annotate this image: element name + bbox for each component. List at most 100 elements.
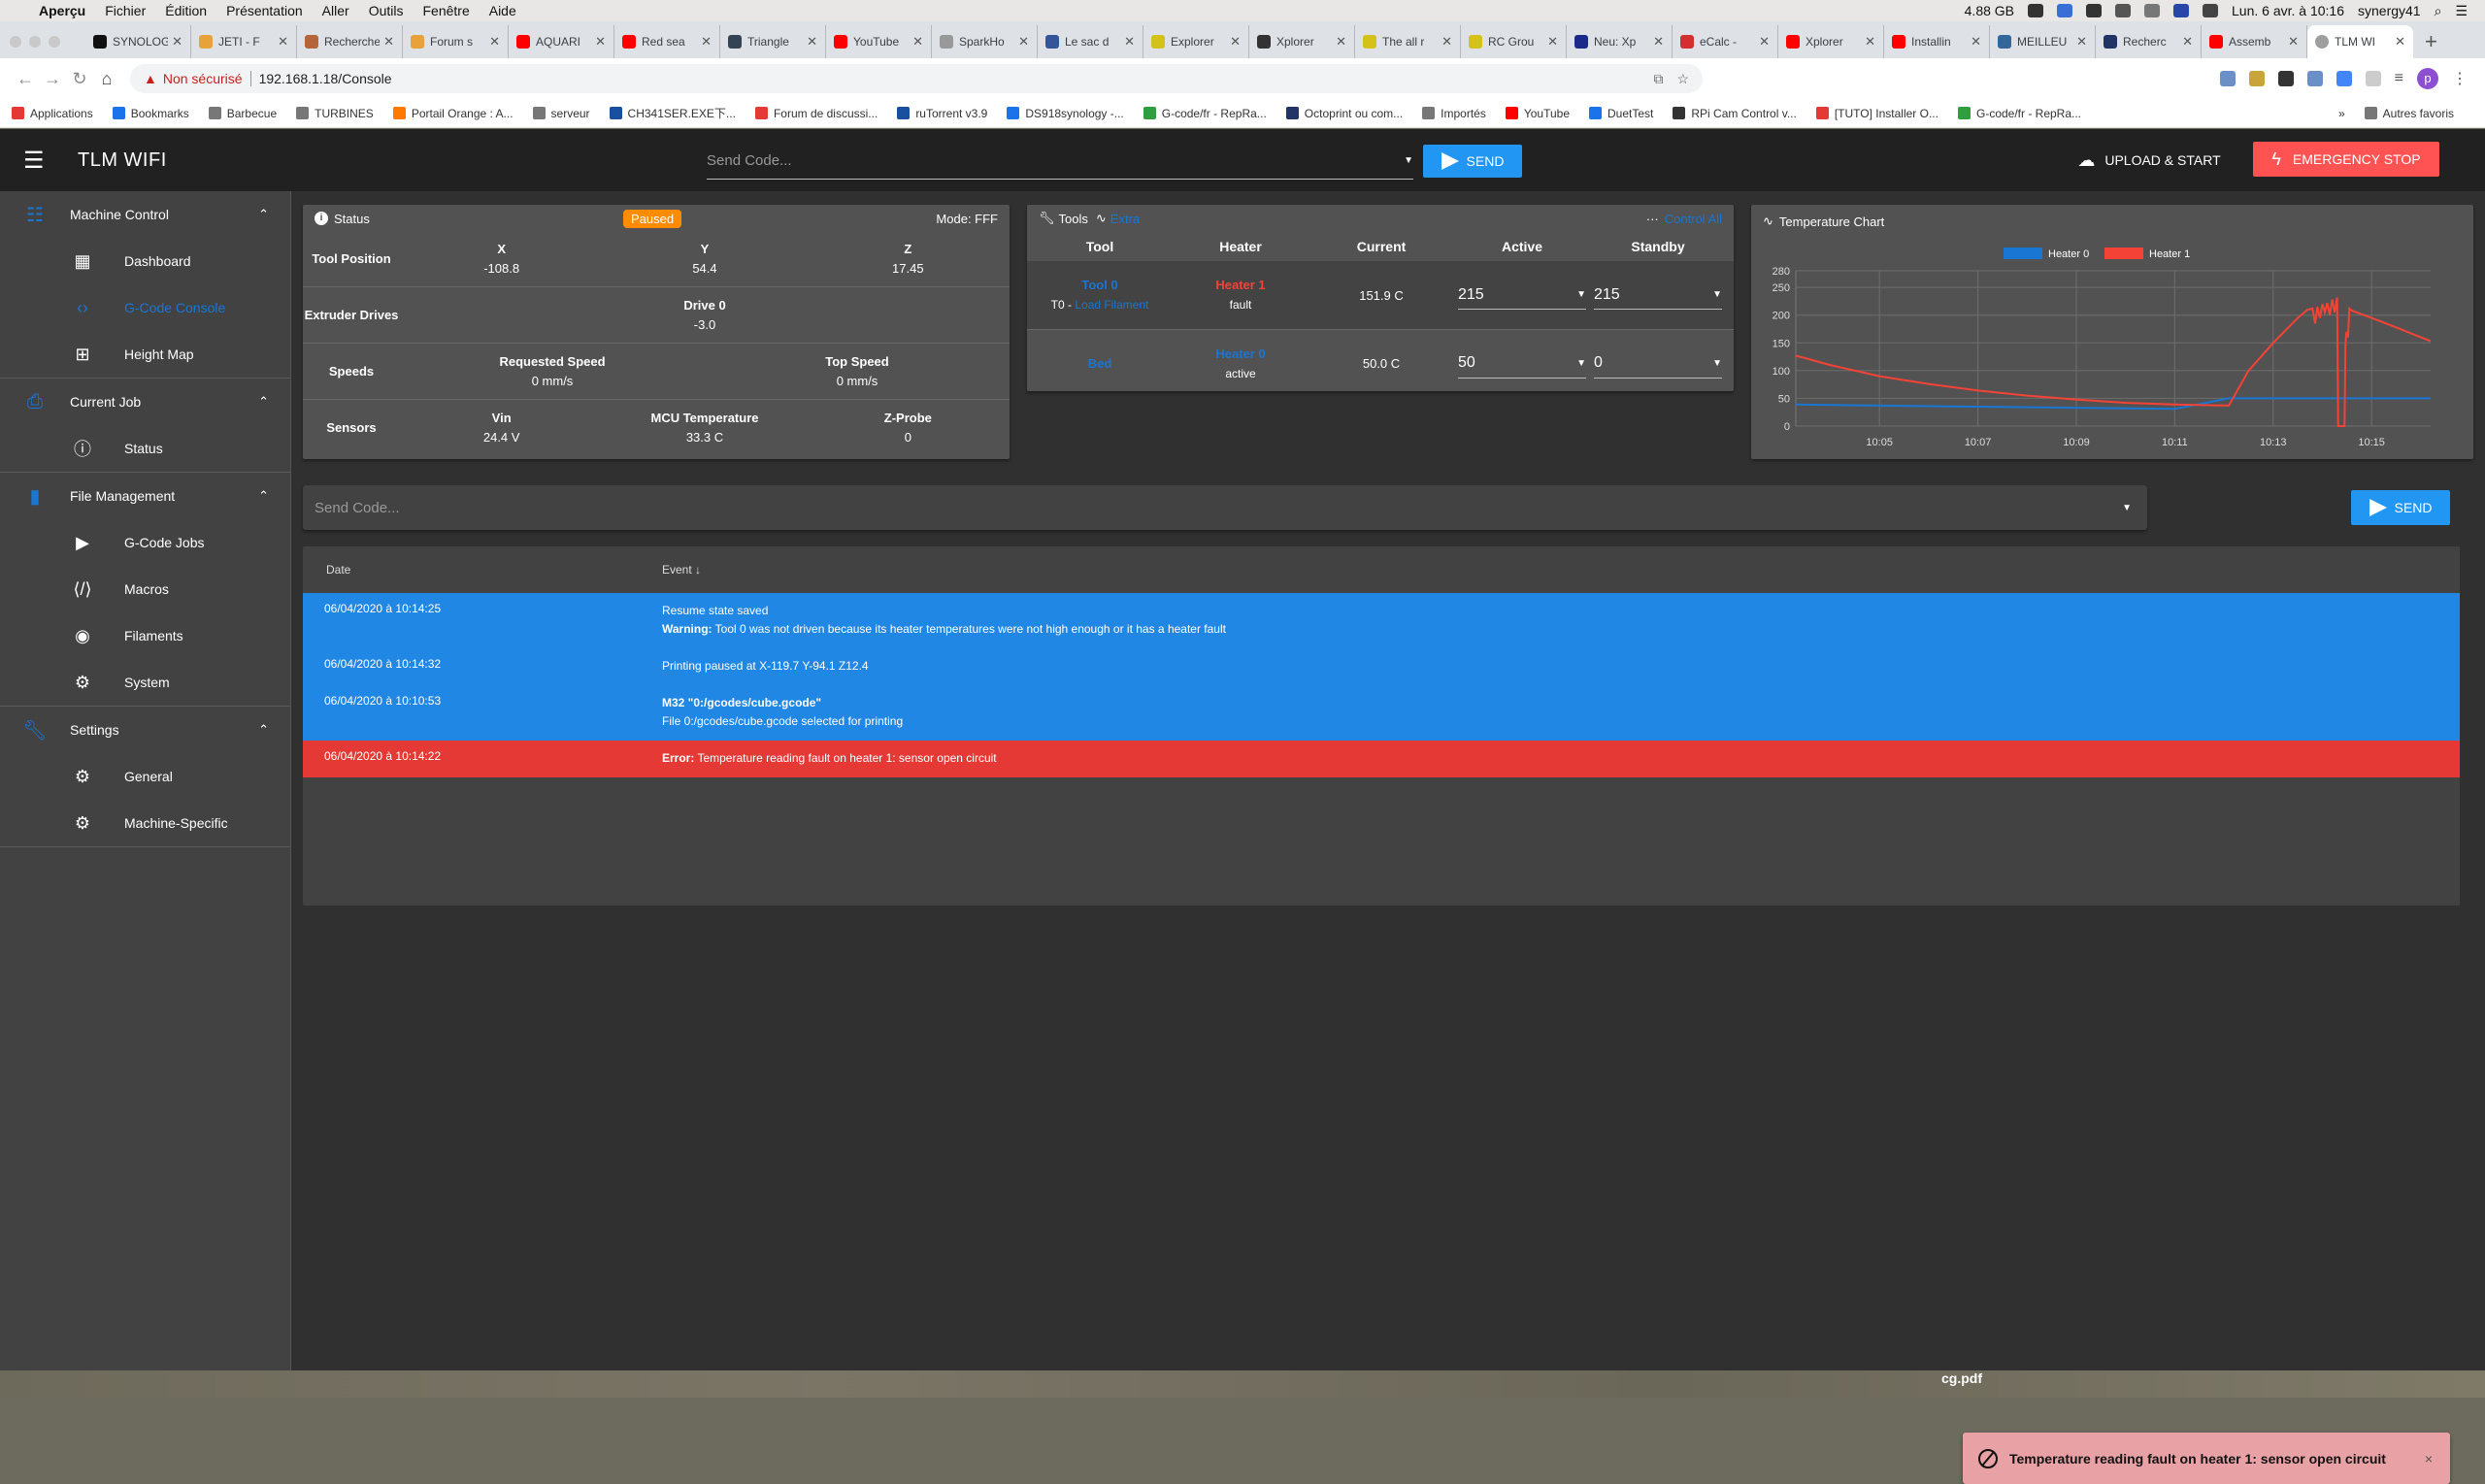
standby-temp-select[interactable]: 0 ▼ (1594, 349, 1722, 379)
bookmark-item[interactable]: Portail Orange : A... (392, 105, 514, 121)
browser-tab[interactable]: Red sea ✕ (614, 25, 720, 58)
browser-tab[interactable]: Recherc ✕ (2096, 25, 2202, 58)
bookmark-item[interactable]: G-code/fr - RepRa... (1143, 105, 1267, 121)
new-tab-button[interactable]: + (2425, 25, 2437, 58)
close-tab-icon[interactable]: ✕ (1018, 34, 1029, 49)
media-icon[interactable]: ≡ (2395, 70, 2403, 87)
menu-app[interactable]: Aperçu (39, 3, 85, 18)
sidebar-item[interactable]: ⓘ Status (0, 425, 290, 472)
bookmark-item[interactable]: YouTube (1505, 105, 1570, 121)
sidebar-item[interactable]: ⚙ General (0, 753, 290, 800)
tool-name[interactable]: Tool 0 (1027, 276, 1173, 295)
extension-icon[interactable] (2219, 71, 2236, 86)
browser-tab[interactable]: Forum s ✕ (403, 25, 509, 58)
close-tab-icon[interactable]: ✕ (1653, 34, 1664, 49)
sidebar-group-header[interactable]: ▮ File Management ⌃ (0, 473, 290, 519)
more-bookmarks-button[interactable]: » (2338, 107, 2345, 120)
sidebar-group-header[interactable]: ☷ Machine Control ⌃ (0, 191, 290, 238)
browser-tab[interactable]: Neu: Xp ✕ (1567, 25, 1673, 58)
extension-icon[interactable] (2248, 71, 2265, 86)
status-icon[interactable] (2086, 4, 2103, 17)
browser-tab[interactable]: AQUARI ✕ (509, 25, 614, 58)
chevron-up-icon[interactable]: ⌃ (258, 488, 269, 504)
close-tab-icon[interactable]: ✕ (1971, 34, 1981, 49)
extension-icon[interactable] (2336, 71, 2352, 86)
col-event[interactable]: Event ↓ (662, 563, 701, 577)
close-tab-icon[interactable]: ✕ (912, 34, 923, 49)
flag-icon[interactable] (2173, 4, 2190, 17)
console-code-input[interactable]: Send Code... ▼ (303, 485, 2147, 530)
notification-icon[interactable]: ☰ (2455, 3, 2468, 19)
browser-tab[interactable]: eCalc - ✕ (1673, 25, 1778, 58)
close-tab-icon[interactable]: ✕ (2076, 34, 2087, 49)
reload-icon[interactable]: ↻ (66, 69, 93, 89)
bookmark-item[interactable]: [TUTO] Installer O... (1815, 105, 1938, 121)
close-icon[interactable]: × (2425, 1451, 2433, 1467)
close-tab-icon[interactable]: ✕ (595, 34, 606, 49)
browser-tab[interactable]: Explorer ✕ (1143, 25, 1249, 58)
bookmark-item[interactable]: ruTorrent v3.9 (897, 105, 987, 121)
browser-tab[interactable]: SparkHo ✕ (932, 25, 1038, 58)
sidebar-item[interactable]: ▦ Dashboard (0, 238, 290, 284)
bookmark-item[interactable]: Applications (12, 105, 93, 121)
emergency-stop-button[interactable]: ϟ EMERGENCY STOP (2253, 142, 2439, 177)
omnibox[interactable]: ▲ Non sécurisé 192.168.1.18/Console ⧉ ☆ (130, 64, 1703, 93)
close-tab-icon[interactable]: ✕ (1124, 34, 1135, 49)
browser-tab[interactable]: MEILLEU ✕ (1990, 25, 2096, 58)
bluetooth-icon[interactable] (2144, 4, 2161, 17)
close-tab-icon[interactable]: ✕ (1230, 34, 1241, 49)
sidebar-group-header[interactable]: ⎙ Current Job ⌃ (0, 379, 290, 425)
browser-tab[interactable]: Triangle ✕ (720, 25, 826, 58)
close-tab-icon[interactable]: ✕ (2182, 34, 2193, 49)
browser-tab[interactable]: TLM WI ✕ (2307, 25, 2413, 58)
menu-kebab-icon[interactable]: ⋮ (2452, 69, 2468, 88)
security-label[interactable]: Non sécurisé (163, 71, 251, 86)
sidebar-item[interactable]: ⚙ System (0, 659, 290, 706)
close-tab-icon[interactable]: ✕ (278, 34, 288, 49)
clock[interactable]: Lun. 6 avr. à 10:16 (2232, 3, 2344, 18)
other-bookmarks[interactable]: Autres favoris (2364, 107, 2454, 120)
close-tab-icon[interactable]: ✕ (701, 34, 712, 49)
control-all-link[interactable]: Control All (1665, 212, 1722, 226)
chevron-up-icon[interactable]: ⌃ (258, 207, 269, 222)
load-filament-link[interactable]: Load Filament (1075, 298, 1148, 312)
browser-tab[interactable]: Xplorer ✕ (1249, 25, 1355, 58)
close-tab-icon[interactable]: ✕ (2395, 34, 2405, 49)
menu-view[interactable]: Présentation (226, 3, 303, 18)
sidebar-item[interactable]: ⚙ Machine-Specific (0, 800, 290, 846)
close-tab-icon[interactable]: ✕ (1547, 34, 1558, 49)
close-tab-icon[interactable]: ✕ (1865, 34, 1875, 49)
console-send-button[interactable]: SEND (2351, 490, 2450, 525)
standby-temp-select[interactable]: 215 ▼ (1594, 280, 1722, 310)
browser-tab[interactable]: The all r ✕ (1355, 25, 1461, 58)
bookmark-item[interactable]: TURBINES (296, 105, 374, 121)
browser-tab[interactable]: Installin ✕ (1884, 25, 1990, 58)
chevron-down-icon[interactable]: ▼ (1404, 155, 1413, 166)
user-name[interactable]: synergy41 (2358, 3, 2421, 18)
menu-go[interactable]: Aller (322, 3, 349, 18)
browser-tab[interactable]: YouTube ✕ (826, 25, 932, 58)
tool-name[interactable]: Bed (1027, 356, 1173, 371)
bookmark-star-icon[interactable]: ☆ (1676, 71, 1689, 87)
zoom-window-button[interactable] (49, 36, 60, 48)
menu-icon[interactable]: ☰ (23, 147, 52, 175)
menu-window[interactable]: Fenêtre (422, 3, 469, 18)
extension-icon[interactable] (2306, 71, 2323, 86)
close-tab-icon[interactable]: ✕ (172, 34, 182, 49)
sidebar-item[interactable]: ▶ G-Code Jobs (0, 519, 290, 566)
bookmark-item[interactable]: DuetTest (1589, 105, 1653, 121)
menu-tools[interactable]: Outils (369, 3, 404, 18)
browser-tab[interactable]: RC Grou ✕ (1461, 25, 1567, 58)
bookmark-item[interactable]: serveur (532, 105, 590, 121)
menu-file[interactable]: Fichier (105, 3, 146, 18)
bookmark-item[interactable]: Importés (1422, 105, 1486, 121)
chevron-up-icon[interactable]: ⌃ (258, 722, 269, 738)
bookmark-item[interactable]: Bookmarks (112, 105, 189, 121)
extension-icon[interactable] (2277, 71, 2294, 86)
chevron-up-icon[interactable]: ⌃ (258, 394, 269, 410)
back-icon[interactable]: ← (12, 69, 39, 89)
bookmark-item[interactable]: Forum de discussi... (754, 105, 878, 121)
close-window-button[interactable] (10, 36, 21, 48)
top-send-button[interactable]: SEND (1423, 145, 1522, 178)
active-temp-select[interactable]: 215 ▼ (1458, 280, 1586, 310)
